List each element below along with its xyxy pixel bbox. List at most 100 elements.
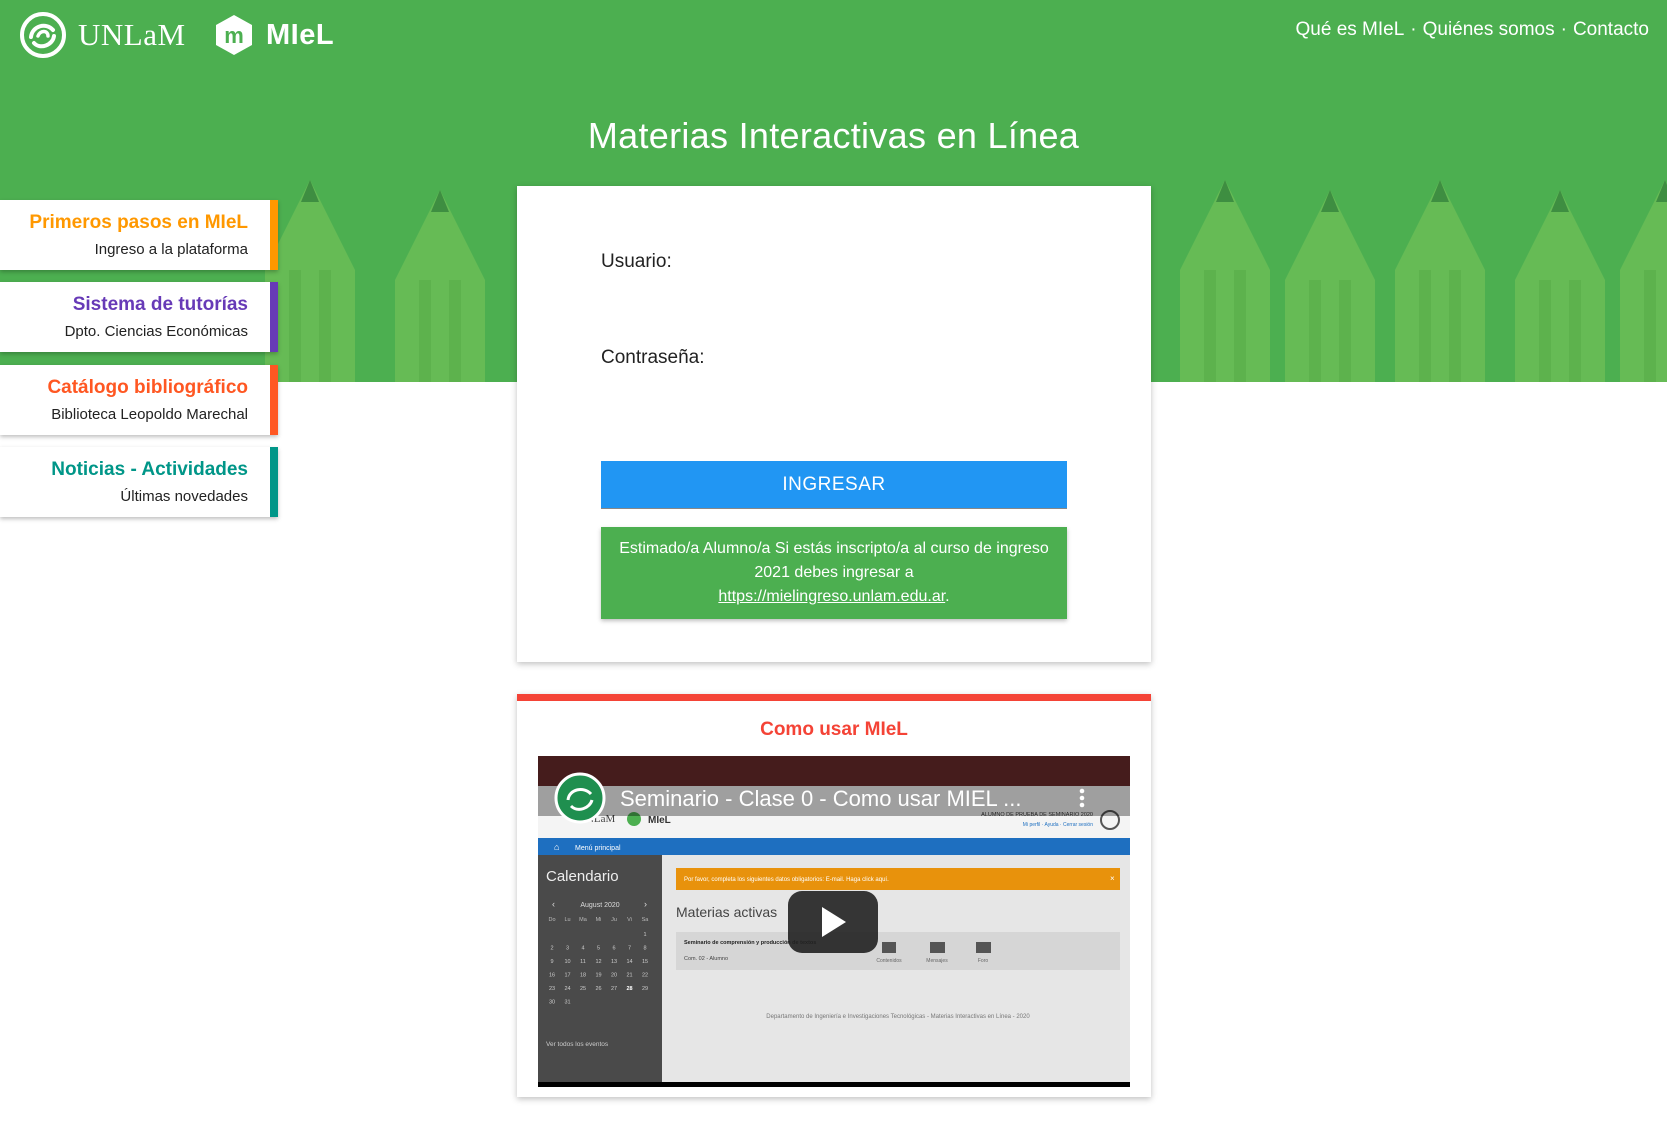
icon-label: Foro xyxy=(978,958,989,964)
svg-text:›: › xyxy=(644,899,647,909)
course-sub: Com. 02 - Alumno xyxy=(684,956,728,962)
miel-brand-text: MIeL xyxy=(266,18,335,51)
video-title: Seminario - Clase 0 - Como usar MIEL ... xyxy=(620,786,1021,811)
calendar-day: 5 xyxy=(597,946,600,952)
user-label: Usuario: xyxy=(601,251,672,272)
calendar-day: 6 xyxy=(612,946,615,952)
svg-text:‹: ‹ xyxy=(552,899,555,909)
page-title: Materias Interactivas en Línea xyxy=(587,115,1080,156)
password-label: Contraseña: xyxy=(601,347,705,368)
calendar-title: Calendario xyxy=(546,868,619,885)
calendar-day: 28 xyxy=(626,986,632,992)
calendar-weekday: Ju xyxy=(611,917,617,923)
enrollment-notice: Estimado/a Alumno/a Si estás inscripto/a… xyxy=(601,527,1067,619)
calendar-day: 11 xyxy=(580,959,586,965)
events-link: Ver todos los eventos xyxy=(546,1041,609,1048)
miel-logo[interactable]: m MIeL xyxy=(212,13,334,57)
calendar-day: 4 xyxy=(581,946,584,952)
inner-alert-text: Por favor, completa los siguientes datos… xyxy=(684,877,889,883)
calendar-day: 3 xyxy=(566,946,569,952)
card-primeros-pasos[interactable]: Primeros pasos en MIeL Ingreso a la plat… xyxy=(0,200,278,270)
card-accent-bar xyxy=(270,282,278,352)
miel-logo-icon: m xyxy=(216,15,252,55)
calendar-day: 22 xyxy=(642,973,648,979)
calendar-day: 21 xyxy=(626,973,632,979)
notice-end: . xyxy=(945,588,950,605)
card-title: Sistema de tutorías xyxy=(72,294,248,315)
calendar-day: 9 xyxy=(550,959,553,965)
calendar-day: 30 xyxy=(549,1000,555,1006)
pencil-shape xyxy=(1180,180,1270,382)
calendar-day: 13 xyxy=(611,959,617,965)
calendar-weekday: Do xyxy=(548,917,555,923)
video-section-title: Como usar MIeL xyxy=(760,719,908,740)
active-courses-title: Materias activas xyxy=(676,904,777,920)
card-accent-bar xyxy=(270,200,278,270)
calendar-day: 2 xyxy=(550,946,553,952)
card-accent-bar xyxy=(270,447,278,517)
miel-mark: m xyxy=(224,23,244,48)
calendar-day: 23 xyxy=(549,986,555,992)
inner-menu-label: Menú principal xyxy=(575,845,621,852)
calendar-day: 29 xyxy=(642,986,648,992)
calendar-day: 25 xyxy=(580,986,586,992)
icon-label: Mensajes xyxy=(926,958,948,964)
unlam-swirl-icon xyxy=(20,12,66,58)
top-nav: Qué es MIeL · Quiénes somos · Contacto xyxy=(1296,19,1650,41)
calendar-day: 16 xyxy=(549,973,555,979)
calendar-day: 20 xyxy=(611,973,617,979)
home-icon: ⌂ xyxy=(554,842,559,852)
calendar-day: 26 xyxy=(595,986,601,992)
calendar-day: 8 xyxy=(643,946,646,952)
pencil-shape xyxy=(265,180,355,382)
card-sistema-tutorias[interactable]: Sistema de tutorías Dpto. Ciencias Econó… xyxy=(0,282,278,352)
kebab-icon xyxy=(1079,788,1085,808)
card-title: Noticias - Actividades xyxy=(51,459,248,480)
icon-label: Contenidos xyxy=(876,958,902,964)
nav-quienes-somos[interactable]: Quiénes somos xyxy=(1423,19,1555,41)
login-form: Usuario: Contraseña: INGRESAR Estimado/a… xyxy=(517,186,1151,662)
calendar-day: 18 xyxy=(580,973,586,979)
calendar-day: 27 xyxy=(611,986,617,992)
card-subtitle: Dpto. Ciencias Económicas xyxy=(64,323,248,340)
calendar-weekday: Ma xyxy=(579,917,588,923)
unlam-brand-text: UNLaM xyxy=(78,17,186,52)
card-subtitle: Últimas novedades xyxy=(120,488,248,505)
card-catalogo[interactable]: Catálogo bibliográfico Biblioteca Leopol… xyxy=(0,365,278,435)
pencil-shape xyxy=(1285,190,1375,382)
calendar-day: 1 xyxy=(643,932,646,938)
card-title: Primeros pasos en MIeL xyxy=(29,212,248,233)
password-input[interactable] xyxy=(601,382,1067,416)
unlam-logo[interactable]: UNLaM xyxy=(20,12,186,58)
login-button[interactable]: INGRESAR xyxy=(601,461,1067,508)
course-row xyxy=(676,932,1120,970)
calendar-weekday: Lu xyxy=(564,917,570,923)
inner-menu-bar xyxy=(538,838,1130,855)
video-card: Como usar MIeL ⌂ Menú principal Calendar… xyxy=(517,694,1151,1097)
calendar-day: 31 xyxy=(564,1000,570,1006)
card-subtitle: Biblioteca Leopoldo Marechal xyxy=(51,406,248,423)
calendar-weekday: Mi xyxy=(596,917,602,923)
top-bar: UNLaM m MIeL Qué es MIeL · Quiénes somos… xyxy=(0,0,1667,70)
pencil-shape xyxy=(395,190,485,382)
book-icon xyxy=(882,942,896,953)
svg-text:×: × xyxy=(1110,874,1115,883)
channel-avatar-icon xyxy=(554,772,606,824)
nav-contacto[interactable]: Contacto xyxy=(1573,19,1649,41)
nav-que-es-miel[interactable]: Qué es MIeL xyxy=(1296,19,1405,41)
notice-text: Estimado/a Alumno/a Si estás inscripto/a… xyxy=(619,540,1049,581)
pencil-shape xyxy=(1620,180,1667,382)
inner-footer: Departamento de Ingeniería e Investigaci… xyxy=(766,1014,1030,1020)
card-title: Catálogo bibliográfico xyxy=(47,377,248,398)
inner-user-links: Mi perfil · Ayuda · Cerrar sesión xyxy=(1023,822,1093,828)
calendar-day: 10 xyxy=(564,959,570,965)
chat-icon xyxy=(976,942,991,953)
video-player[interactable]: ⌂ Menú principal Calendario ‹ › August 2… xyxy=(538,756,1130,1087)
calendar-day: 12 xyxy=(595,959,601,965)
card-noticias[interactable]: Noticias - Actividades Últimas novedades xyxy=(0,447,278,517)
calendar-day: 24 xyxy=(564,986,570,992)
calendar-day: 17 xyxy=(564,973,570,979)
nav-separator: · xyxy=(1560,19,1567,40)
notice-link[interactable]: https://mielingreso.unlam.edu.ar xyxy=(718,588,945,605)
inner-miel: MIeL xyxy=(648,815,671,826)
